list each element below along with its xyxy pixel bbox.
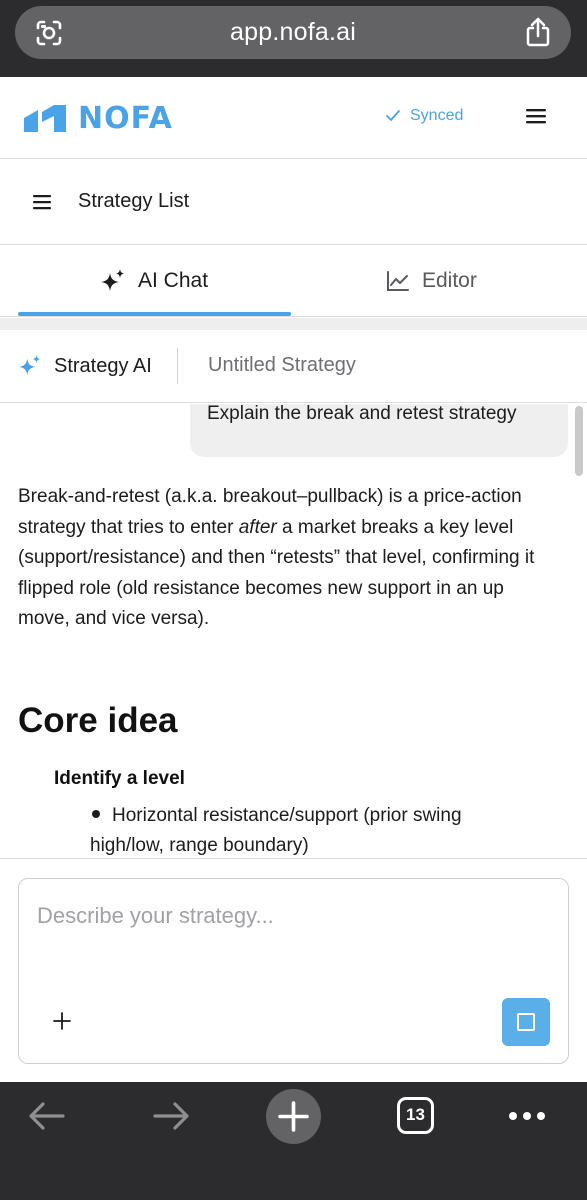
nofa-logo[interactable]: NOFA bbox=[24, 100, 173, 136]
share-icon[interactable] bbox=[523, 16, 553, 48]
more-options-icon[interactable] bbox=[509, 1112, 545, 1120]
stop-icon bbox=[517, 1013, 535, 1031]
new-tab-button[interactable] bbox=[266, 1089, 321, 1144]
tab-editor[interactable]: Editor bbox=[386, 245, 477, 317]
sync-status-label: Synced bbox=[410, 107, 464, 124]
strategy-list-label[interactable]: Strategy List bbox=[78, 190, 189, 213]
stop-button[interactable] bbox=[502, 998, 550, 1046]
strategy-list-toggle[interactable]: Strategy List bbox=[0, 160, 587, 245]
back-arrow-icon[interactable] bbox=[28, 1101, 66, 1131]
list-menu-icon[interactable] bbox=[32, 194, 52, 210]
tab-editor-label: Editor bbox=[422, 269, 477, 292]
divider bbox=[177, 348, 178, 384]
nofa-logo-icon bbox=[24, 105, 66, 132]
user-message-bubble: Explain the break and retest strategy bbox=[190, 404, 568, 457]
active-tab-indicator bbox=[18, 312, 291, 316]
tab-ai-chat[interactable]: AI Chat bbox=[100, 245, 208, 317]
composer bbox=[18, 878, 569, 1064]
bullet-item: Horizontal resistance/support (prior swi… bbox=[90, 801, 532, 859]
scrollbar[interactable] bbox=[575, 406, 583, 476]
strategy-ai-label: Strategy AI bbox=[54, 354, 152, 377]
intro-emphasis: after bbox=[238, 516, 277, 538]
user-message-text: Explain the break and retest strategy bbox=[207, 404, 517, 424]
browser-top-bar: app.nofa.ai bbox=[0, 0, 587, 77]
chat-area[interactable]: Explain the break and retest strategy Br… bbox=[0, 404, 587, 859]
hamburger-menu-icon[interactable] bbox=[524, 106, 548, 126]
sparkle-icon bbox=[18, 354, 41, 376]
url-text[interactable]: app.nofa.ai bbox=[15, 6, 571, 59]
checkmark-icon bbox=[386, 110, 400, 121]
bullet-line: high/low, range boundary) bbox=[90, 835, 309, 856]
dot bbox=[509, 1112, 517, 1120]
app-header: NOFA Synced bbox=[0, 77, 587, 159]
address-bar[interactable]: app.nofa.ai bbox=[15, 6, 571, 59]
composer-footer-space bbox=[0, 1064, 587, 1082]
dot bbox=[523, 1112, 531, 1120]
sync-status: Synced bbox=[386, 107, 463, 125]
add-attachment-icon[interactable] bbox=[51, 1010, 73, 1032]
response-heading: Core idea bbox=[18, 701, 178, 740]
tab-ai-chat-label: AI Chat bbox=[138, 269, 209, 292]
chart-line-icon bbox=[387, 271, 409, 291]
strategy-name[interactable]: Untitled Strategy bbox=[208, 354, 356, 377]
strategy-bar: Strategy AI Untitled Strategy bbox=[0, 330, 587, 403]
browser-bottom-bar: 13 bbox=[0, 1082, 587, 1200]
strategy-ai-label-group: Strategy AI bbox=[18, 330, 152, 402]
strategy-prompt-input[interactable] bbox=[37, 903, 537, 929]
section-gap bbox=[0, 318, 587, 330]
dot bbox=[537, 1112, 545, 1120]
logo-text: NOFA bbox=[78, 100, 173, 136]
assistant-response-intro: Break-and-retest (a.k.a. breakout–pullba… bbox=[18, 482, 548, 635]
response-subheading: Identify a level bbox=[54, 768, 185, 789]
sparkle-icon bbox=[101, 269, 124, 291]
tab-bar: AI Chat Editor bbox=[0, 245, 587, 317]
tab-switcher-button[interactable]: 13 bbox=[397, 1097, 434, 1134]
divider bbox=[0, 858, 587, 859]
bullet-marker bbox=[92, 810, 100, 818]
bullet-line: Horizontal resistance/support (prior swi… bbox=[112, 805, 462, 826]
plus-icon bbox=[278, 1101, 309, 1132]
forward-arrow-icon[interactable] bbox=[152, 1101, 190, 1131]
